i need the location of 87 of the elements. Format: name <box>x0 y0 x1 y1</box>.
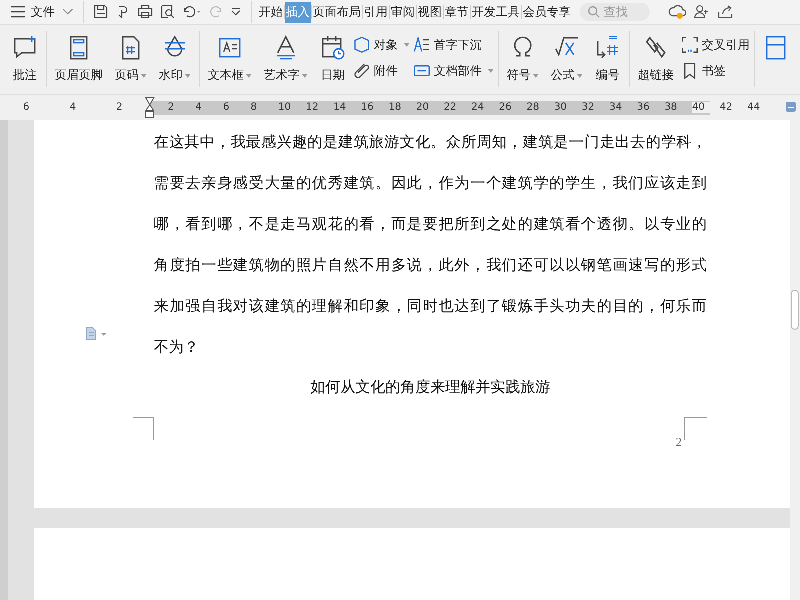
caret-icon <box>185 74 191 78</box>
ruler-number: 12 <box>306 102 320 113</box>
ruler-number: 10 <box>278 102 292 113</box>
link-icon <box>643 35 669 61</box>
numbering-icon <box>595 35 621 61</box>
ribbon-button[interactable]: 首字下沉 <box>414 35 494 55</box>
ruler-number: 8 <box>250 102 258 113</box>
ribbon-button[interactable]: 文档部件 <box>414 61 494 81</box>
ruler-number: 6 <box>23 102 31 113</box>
printer-icon[interactable] <box>138 5 153 19</box>
ribbon-tab[interactable]: 页面布局 <box>312 2 362 22</box>
ruler-number: 24 <box>472 102 486 113</box>
cross-reference-icon <box>682 37 698 53</box>
ribbon-button[interactable]: 书签 <box>682 61 750 81</box>
caret-icon <box>141 74 147 78</box>
share-icon[interactable] <box>718 5 734 19</box>
ribbon-button[interactable]: 符号 <box>503 35 543 94</box>
ribbon-button[interactable]: 页眉页脚 <box>51 35 107 94</box>
chevron-down-icon[interactable] <box>63 9 73 15</box>
ribbon-button[interactable]: 对象 <box>354 35 410 55</box>
scrollbar-thumb[interactable] <box>791 290 799 330</box>
ribbon-button[interactable]: 页码 <box>111 35 151 94</box>
ruler-number: 26 <box>499 102 513 113</box>
ribbon-button[interactable]: 艺术字 <box>260 35 312 94</box>
ruler-number: 38 <box>664 102 678 113</box>
ribbon-button[interactable]: 批注 <box>8 35 42 94</box>
ribbon-button[interactable]: 超链接 <box>634 35 678 94</box>
document-part-icon <box>414 63 430 79</box>
ruler-number: 22 <box>444 102 458 113</box>
ruler-number: 18 <box>388 102 402 113</box>
ribbon-button[interactable]: 日期 <box>316 35 350 94</box>
ruler-number: 36 <box>637 102 651 113</box>
ruler-number: 6 <box>223 102 231 113</box>
ruler-number: 34 <box>610 102 624 113</box>
crop-mark <box>133 417 154 440</box>
caret-icon <box>533 74 539 78</box>
comment-icon <box>12 35 38 61</box>
ribbon-tab[interactable]: 引用 <box>363 2 389 22</box>
search-icon <box>588 6 600 18</box>
ribbon-tab[interactable]: 开始 <box>258 2 284 22</box>
drop-cap-icon <box>414 37 430 53</box>
caret-icon <box>404 43 410 47</box>
indent-marker-icon[interactable] <box>145 96 155 118</box>
bookmark-icon <box>682 63 698 79</box>
ribbon-tab[interactable]: 会员专享 <box>522 2 572 22</box>
page-number: 2 <box>675 435 683 450</box>
file-menu[interactable]: 文件 <box>31 4 55 20</box>
print-preview-icon[interactable] <box>161 5 175 19</box>
ruler-number: 20 <box>416 102 430 113</box>
ribbon-button[interactable]: 水印 <box>155 35 195 94</box>
undo-icon[interactable] <box>183 6 201 18</box>
ribbon-button[interactable]: 编号 <box>591 35 625 94</box>
cloud-icon[interactable] <box>668 4 686 20</box>
calendar-icon <box>320 35 346 61</box>
ribbon-button[interactable]: 附件 <box>354 61 410 81</box>
ruler-toggle-icon[interactable] <box>786 102 796 112</box>
ruler-number: 16 <box>361 102 375 113</box>
ruler-number: 32 <box>582 102 596 113</box>
body-paragraph: 在这其中，我最感兴趣的是建筑旅游文化。众所周知，建筑是一门走出去的学科， 需要去亲身感受大量的优秀建筑。因此，作为一个建筑学的学生，我们应该走到 哪，看到哪，不是走马观花的看，而是要把所到之处的建筑看个透彻。以专业的 角度拍一些建筑物的照片自然不用多说，此外，我们还可以以钢笔画速写的形式 来加强自我对该建筑的理解和印象，同时也达到了锻炼手头功夫的目的，何乐而 不为？ <box>154 132 707 358</box>
caret-icon <box>488 69 494 73</box>
search-box[interactable]: 查找 <box>580 3 650 21</box>
caret-icon <box>246 74 252 78</box>
crop-mark <box>684 417 707 440</box>
ribbon-tab[interactable]: 开发工具 <box>471 2 521 22</box>
ribbon-tab[interactable]: 审阅 <box>390 2 416 22</box>
caret-icon <box>577 74 583 78</box>
search-field[interactable]: 查找 <box>604 5 638 19</box>
ruler-number: 4 <box>70 102 78 113</box>
paragraph-options-icon[interactable] <box>86 327 108 341</box>
ruler-number: 30 <box>554 102 568 113</box>
ribbon-tab[interactable]: 视图 <box>417 2 443 22</box>
save-icon[interactable] <box>94 5 108 19</box>
ruler-number: 2 <box>116 102 124 113</box>
ribbon-button[interactable]: 文本框 <box>204 35 256 94</box>
add-user-icon[interactable] <box>694 4 710 20</box>
ruler-number: 14 <box>334 102 348 113</box>
ruler-number: 2 <box>168 102 176 113</box>
ribbon-tab[interactable]: 章节 <box>444 2 470 22</box>
ruler-number: 28 <box>526 102 540 113</box>
paperclip-icon <box>354 63 370 79</box>
section-heading: 如何从文化的角度来理解并实践旅游 <box>310 378 552 397</box>
caret-icon <box>302 74 308 78</box>
ruler-number: 4 <box>196 102 203 113</box>
more-icon[interactable] <box>231 8 241 16</box>
ribbon-button[interactable]: 公式 <box>547 35 587 94</box>
ribbon-button[interactable]: 交叉引用 <box>682 35 750 55</box>
menu-icon[interactable] <box>11 6 25 18</box>
